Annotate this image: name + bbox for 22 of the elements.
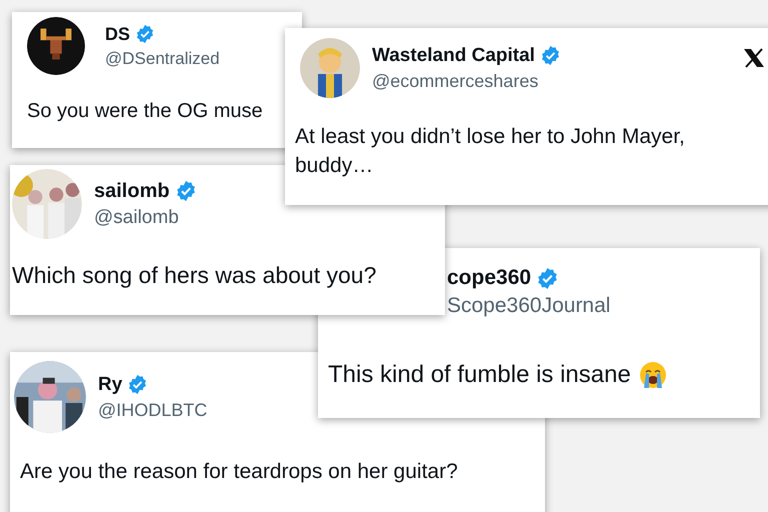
tweet-text: At least you didn’t lose her to John Mayer, buddy… — [295, 124, 686, 180]
user-handle: Scope360Journal — [447, 294, 610, 318]
user-name: Wasteland Capital — [372, 44, 535, 66]
user-name: Ry — [98, 374, 122, 396]
user-handle: @ecommerceshares — [372, 70, 540, 92]
x-logo-icon — [743, 48, 765, 68]
verified-badge-icon — [135, 24, 156, 44]
tweet-text: Which song of hers was about you? — [12, 261, 376, 290]
user-name: DS — [105, 24, 130, 44]
user-handle: @DSentralized — [105, 48, 220, 68]
tweet-text: Are you the reason for teardrops on her guitar? — [20, 459, 458, 485]
tweet-text: So you were the OG muse — [27, 99, 263, 124]
verified-badge-icon — [174, 180, 197, 202]
verified-badge-icon — [540, 45, 561, 66]
user-handle: @sailomb — [94, 206, 180, 228]
user-name: sailomb — [94, 180, 170, 202]
verified-badge-icon — [536, 266, 560, 290]
verified-badge-icon — [127, 374, 148, 395]
user-name: cope360 — [447, 266, 532, 290]
crying-face-icon — [638, 360, 667, 389]
user-handle: @IHODLBTC — [98, 400, 208, 420]
tweet-text: This kind of fumble is insane — [328, 360, 631, 390]
